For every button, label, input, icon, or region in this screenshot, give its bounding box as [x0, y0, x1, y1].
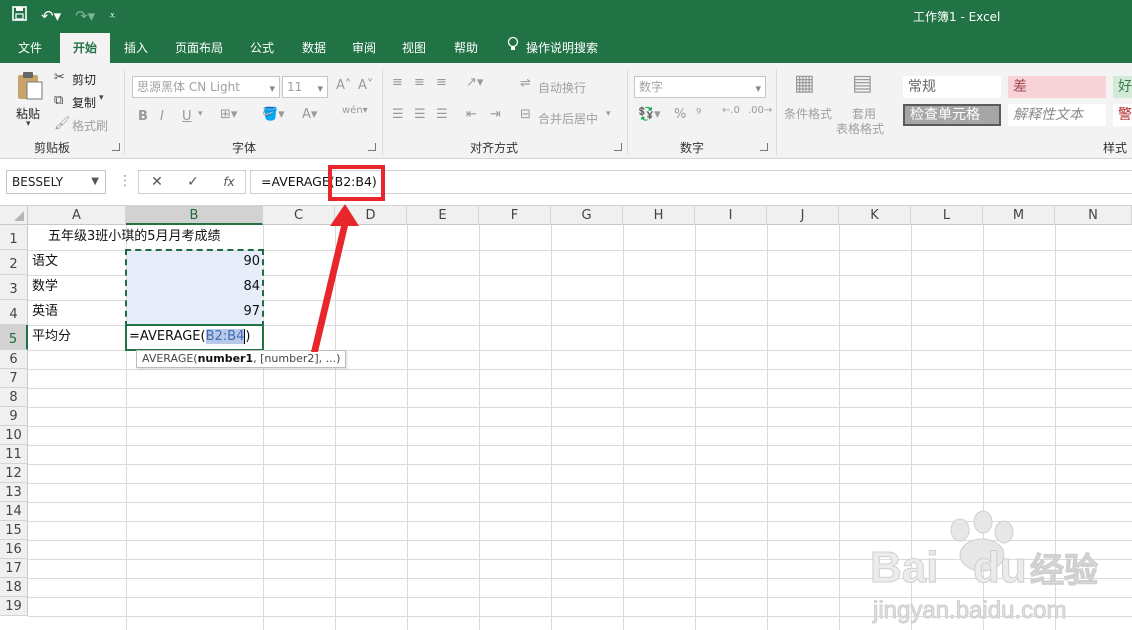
svg-text:du: du — [973, 543, 1027, 592]
svg-text:Bai: Bai — [870, 543, 938, 592]
svg-text:jingyan.baidu.com: jingyan.baidu.com — [872, 597, 1066, 624]
svg-text:经验: 经验 — [1030, 551, 1098, 591]
baidu-jingyan-watermark: Bai du 经验 jingyan.baidu.com — [870, 510, 1099, 625]
